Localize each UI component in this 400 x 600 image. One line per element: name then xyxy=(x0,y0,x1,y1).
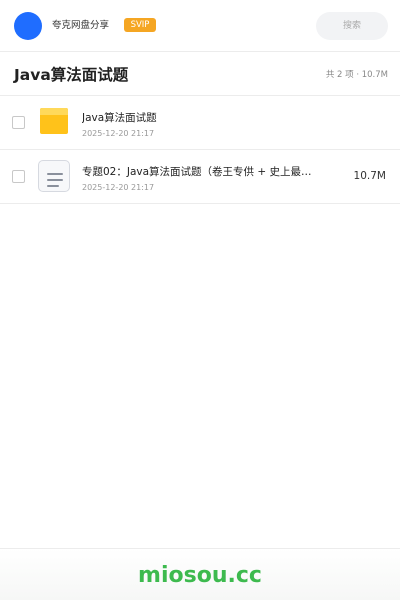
file-row-document[interactable]: 专题02：Java算法面试题（卷王专供 + 史上最全 + 2025面试必备） 2… xyxy=(0,150,400,204)
svip-badge: SVIP xyxy=(124,18,156,32)
row-checkbox[interactable] xyxy=(12,170,25,183)
folder-header: Java算法面试题 共 2 项 · 10.7M xyxy=(0,52,400,96)
item-summary: 共 2 项 · 10.7M xyxy=(325,70,388,80)
folder-icon xyxy=(40,108,68,134)
file-row-folder[interactable]: Java算法面试题 2025-12-20 21:17 xyxy=(0,96,400,150)
row-checkbox[interactable] xyxy=(12,116,25,129)
user-avatar[interactable] xyxy=(14,12,42,40)
site-brand[interactable]: miosou.cc xyxy=(0,563,400,589)
page-title: Java算法面试题 xyxy=(14,66,129,84)
file-size: 10.7M xyxy=(353,170,386,182)
top-bar: 夸克网盘分享 SVIP xyxy=(0,0,400,52)
file-date: 2025-12-20 21:17 xyxy=(82,129,155,138)
file-date: 2025-12-20 21:17 xyxy=(82,183,155,192)
search-input[interactable] xyxy=(316,12,388,40)
document-icon xyxy=(38,160,70,192)
sharer-name: 夸克网盘分享 xyxy=(52,20,110,31)
footer-banner: miosou.cc xyxy=(0,548,400,600)
file-name[interactable]: 专题02：Java算法面试题（卷王专供 + 史上最全 + 2025面试必备） xyxy=(82,165,318,179)
file-name[interactable]: Java算法面试题 xyxy=(82,111,157,125)
